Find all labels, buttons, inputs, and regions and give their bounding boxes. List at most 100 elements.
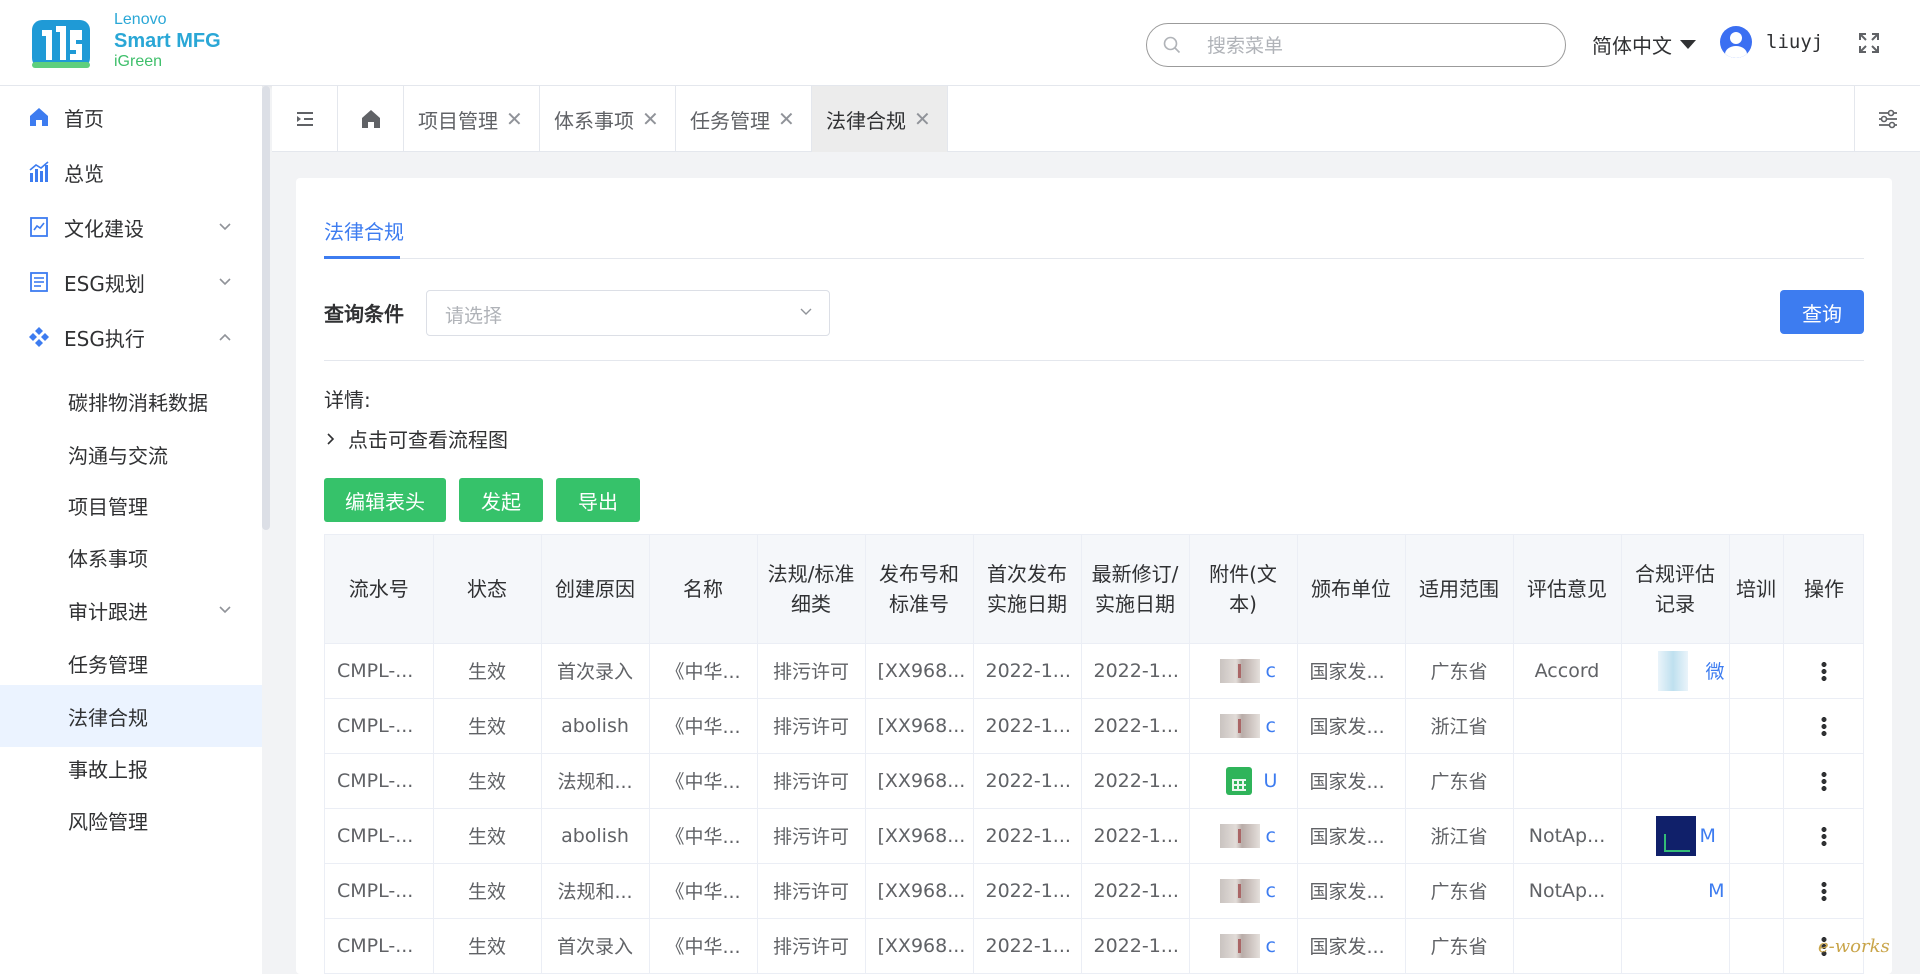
cell-attachment[interactable]: c — [1189, 863, 1298, 919]
tab-task-management[interactable]: 任务管理 ✕ — [676, 86, 812, 152]
cell-name: 《中华... — [649, 808, 758, 864]
sidebar-subitem-risk[interactable]: 风险管理 — [0, 789, 262, 851]
more-vertical-icon[interactable] — [1821, 716, 1827, 736]
lenovo-logo[interactable] — [30, 12, 92, 72]
sidebar-item-culture[interactable]: 文化建设 — [0, 196, 262, 258]
attachment-link[interactable]: U — [1264, 770, 1278, 792]
detail-label: 详情: — [324, 388, 371, 412]
table-row[interactable]: CMPL-... 生效 abolish 《中华... 排污许可 [XX968..… — [325, 698, 1863, 754]
avatar[interactable] — [1720, 26, 1752, 58]
record-link[interactable]: M — [1700, 825, 1716, 847]
attachment-thumbnail[interactable] — [1219, 878, 1260, 903]
close-icon[interactable]: ✕ — [778, 107, 795, 131]
cell-actions[interactable] — [1783, 643, 1863, 699]
column-header[interactable]: 合规评估记录 — [1621, 535, 1730, 644]
cell-attachment[interactable]: c — [1189, 698, 1298, 754]
attachment-link[interactable]: c — [1266, 715, 1276, 737]
cell-record[interactable]: M — [1621, 808, 1730, 864]
table-row[interactable]: CMPL-... 生效 首次录入 《中华... 排污许可 [XX968... 2… — [325, 918, 1863, 973]
record-link[interactable]: 微 — [1706, 661, 1725, 683]
user-menu[interactable]: liuyj — [1720, 26, 1823, 58]
table-row[interactable]: CMPL-... 生效 法规和... 《中华... 排污许可 [XX968...… — [325, 753, 1863, 809]
record-thumbnail[interactable] — [1655, 815, 1696, 856]
cell-attachment[interactable]: c — [1189, 918, 1298, 973]
column-header[interactable]: 名称 — [649, 535, 758, 644]
column-header[interactable]: 状态 — [433, 535, 542, 644]
column-header[interactable]: 最新修订/实施日期 — [1081, 535, 1190, 644]
cell-actions[interactable] — [1783, 863, 1863, 919]
column-header[interactable]: 培训 — [1729, 535, 1784, 644]
record-thumbnail[interactable] — [1657, 650, 1688, 691]
record-link[interactable]: M — [1708, 880, 1724, 902]
sidebar-item-esg-exec[interactable]: ESG执行 — [0, 306, 262, 368]
cell-actions[interactable] — [1783, 753, 1863, 809]
attachment-thumbnail[interactable] — [1219, 933, 1260, 958]
inner-tab-legal[interactable]: 法律合规 — [324, 216, 404, 245]
tab-home[interactable] — [338, 86, 404, 152]
close-icon[interactable]: ✕ — [506, 107, 523, 131]
cell-issuer: 国家发... — [1297, 643, 1406, 699]
attachment-link[interactable]: c — [1266, 935, 1276, 957]
tab-legal-compliance[interactable]: 法律合规 ✕ — [812, 86, 948, 152]
collapse-sidebar-button[interactable] — [272, 86, 338, 152]
attachment-thumbnail[interactable] — [1219, 823, 1260, 848]
attachment-link[interactable]: c — [1266, 880, 1276, 902]
cell-actions[interactable] — [1783, 698, 1863, 754]
spreadsheet-icon[interactable] — [1225, 766, 1252, 795]
column-header[interactable]: 创建原因 — [541, 535, 650, 644]
more-vertical-icon[interactable] — [1821, 881, 1827, 901]
table-row[interactable]: CMPL-... 生效 法规和... 《中华... 排污许可 [XX968...… — [325, 863, 1863, 919]
tab-settings-button[interactable] — [1854, 86, 1920, 152]
column-header[interactable]: 法规/标准细类 — [757, 535, 866, 644]
column-header[interactable]: 发布号和标准号 — [865, 535, 974, 644]
flow-chart-toggle[interactable]: 点击可查看流程图 — [324, 424, 508, 453]
table-row[interactable]: CMPL-... 生效 abolish 《中华... 排污许可 [XX968..… — [325, 808, 1863, 864]
fullscreen-icon[interactable] — [1858, 32, 1880, 54]
more-vertical-icon[interactable] — [1821, 771, 1827, 791]
column-header[interactable]: 评估意见 — [1513, 535, 1622, 644]
more-vertical-icon[interactable] — [1821, 826, 1827, 846]
cell-id: CMPL-... — [325, 808, 434, 864]
search-input[interactable] — [1207, 32, 1547, 60]
sidebar-item-overview[interactable]: 总览 — [0, 141, 262, 203]
launch-button[interactable]: 发起 — [459, 478, 543, 522]
cell-attachment[interactable]: c — [1189, 808, 1298, 864]
sidebar-subitem-label: 沟通与交流 — [68, 443, 168, 468]
sidebar-scrollbar[interactable] — [262, 86, 270, 530]
language-label: 简体中文 — [1592, 34, 1672, 58]
query-button[interactable]: 查询 — [1780, 290, 1864, 334]
cell-record[interactable]: 微 — [1621, 643, 1730, 699]
cell-record — [1621, 753, 1730, 809]
cell-record[interactable]: M — [1621, 863, 1730, 919]
column-header[interactable]: 适用范围 — [1405, 535, 1514, 644]
edit-header-button[interactable]: 编辑表头 — [324, 478, 446, 522]
cell-reason: abolish — [541, 698, 650, 754]
attachment-link[interactable]: c — [1266, 660, 1276, 682]
sidebar-item-home[interactable]: 首页 — [0, 86, 262, 148]
column-header[interactable]: 操作 — [1783, 535, 1863, 644]
cell-attachment[interactable]: c — [1189, 643, 1298, 699]
cell-training — [1729, 808, 1784, 864]
sidebar-item-esg-plan[interactable]: ESG规划 — [0, 251, 262, 313]
close-icon[interactable]: ✕ — [642, 107, 659, 131]
close-icon[interactable]: ✕ — [914, 107, 931, 131]
tab-system-items[interactable]: 体系事项 ✕ — [540, 86, 676, 152]
export-button[interactable]: 导出 — [556, 478, 640, 522]
attachment-thumbnail[interactable] — [1219, 713, 1260, 738]
table-row[interactable]: CMPL-... 生效 首次录入 《中华... 排污许可 [XX968... 2… — [325, 643, 1863, 699]
more-vertical-icon[interactable] — [1821, 661, 1827, 681]
column-header[interactable]: 颁布单位 — [1297, 535, 1406, 644]
cell-first-date: 2022-1... — [973, 863, 1082, 919]
attachment-link[interactable]: c — [1266, 825, 1276, 847]
cell-actions[interactable] — [1783, 808, 1863, 864]
column-header[interactable]: 首次发布实施日期 — [973, 535, 1082, 644]
tab-project-management[interactable]: 项目管理 ✕ — [404, 86, 540, 152]
menu-search[interactable] — [1146, 23, 1566, 67]
username[interactable]: liuyj — [1766, 31, 1823, 53]
column-header[interactable]: 流水号 — [325, 535, 434, 644]
query-select[interactable]: 请选择 — [426, 290, 830, 336]
cell-attachment[interactable]: U — [1189, 753, 1298, 809]
attachment-thumbnail[interactable] — [1219, 658, 1260, 683]
language-select[interactable]: 简体中文 — [1592, 30, 1696, 59]
column-header[interactable]: 附件(文本) — [1189, 535, 1298, 644]
